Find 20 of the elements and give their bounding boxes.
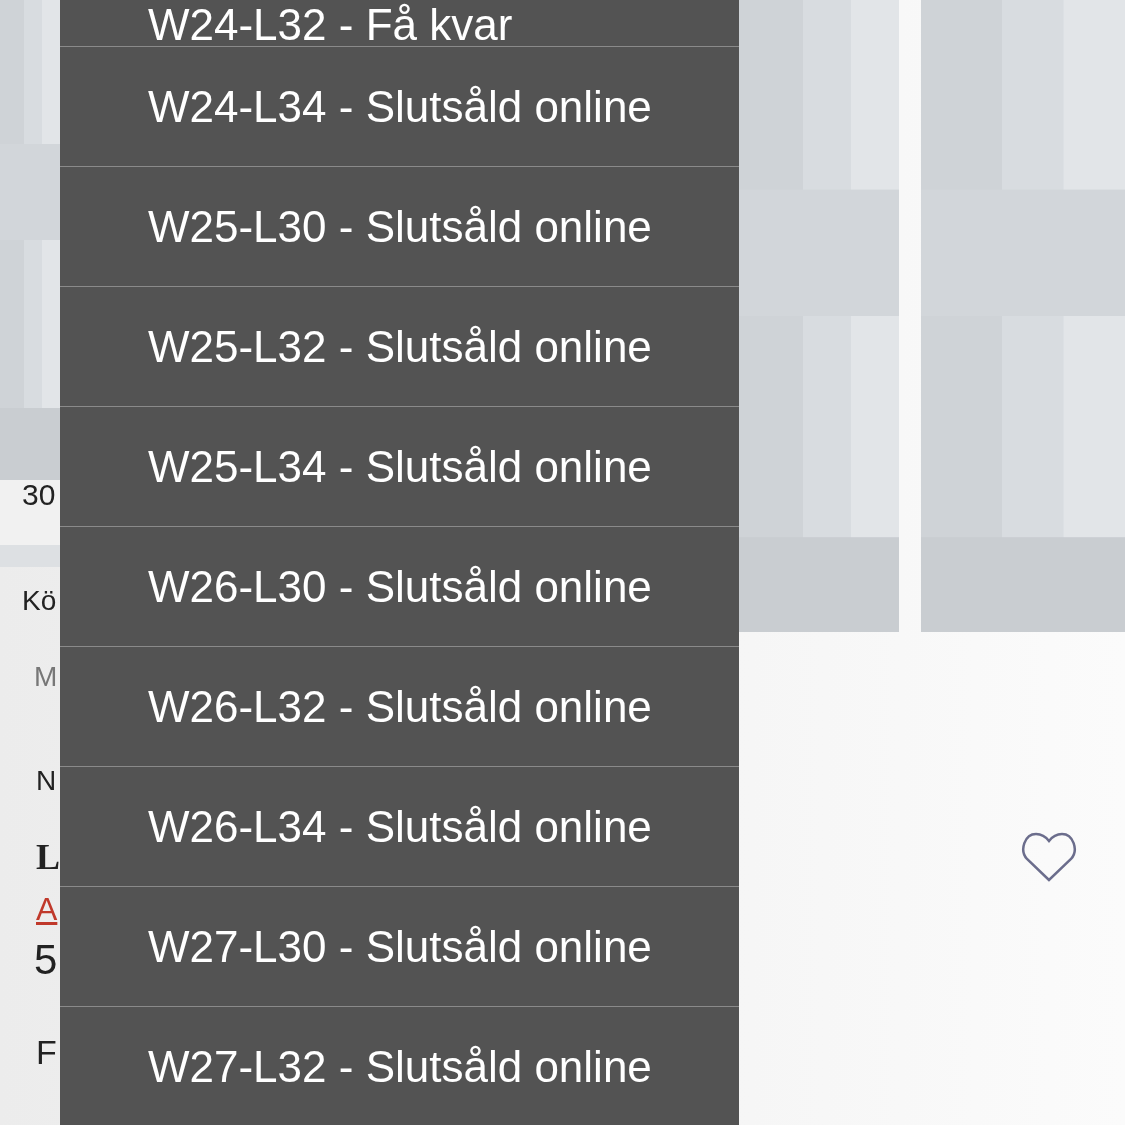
menu-item[interactable]: W24-L34 - Slutsåld online [60,47,739,167]
menu-item[interactable]: W27-L32 - Slutsåld online [60,1007,739,1125]
text-label: M [34,663,58,691]
price: 5 [34,939,58,981]
menu-item[interactable]: W27-L30 - Slutsåld online [60,887,739,1007]
menu-item[interactable]: W26-L32 - Slutsåld online [60,647,739,767]
menu-item[interactable]: W24-L32 - Få kvar [60,0,739,47]
size-label: 30 [22,480,56,510]
menu-item[interactable]: W25-L34 - Slutsåld online [60,407,739,527]
product-title: L [36,839,60,875]
menu-item[interactable]: W26-L30 - Slutsåld online [60,527,739,647]
menu-item[interactable]: W26-L34 - Slutsåld online [60,767,739,887]
menu-item[interactable]: W25-L32 - Slutsåld online [60,287,739,407]
menu-item[interactable]: W25-L30 - Slutsåld online [60,167,739,287]
link[interactable]: A [36,893,58,925]
text-label: Kö [22,587,57,615]
heart-icon[interactable] [1021,832,1077,882]
text-label: N [36,767,57,795]
text-label: F [36,1035,57,1069]
divider-bar [0,545,60,567]
